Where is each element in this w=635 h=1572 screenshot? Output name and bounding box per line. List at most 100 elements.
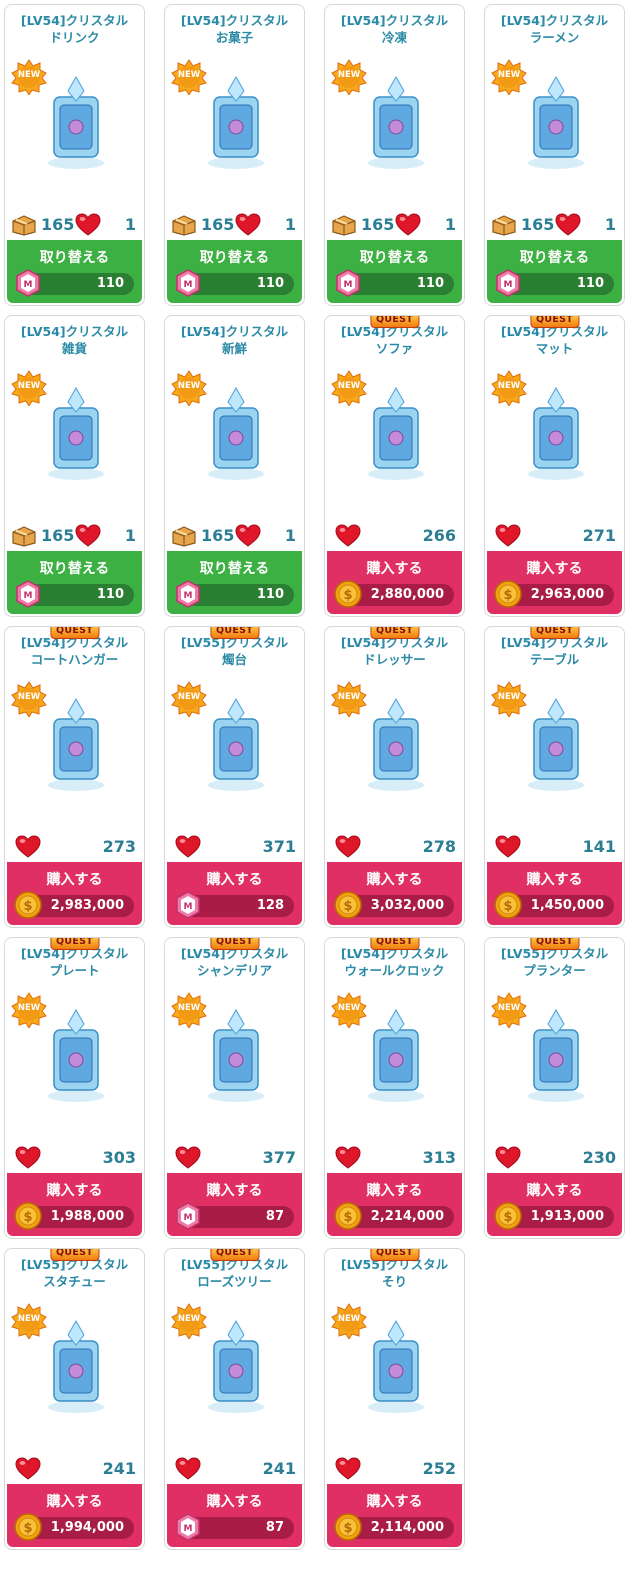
gem-icon: M	[493, 268, 523, 298]
item-title: [LV54]クリスタル 新鮮	[165, 323, 304, 357]
item-stats: 165 1	[171, 522, 296, 550]
svg-text:M: M	[344, 280, 353, 290]
new-badge-label: NEW	[17, 1314, 41, 1324]
crate-icon	[11, 525, 37, 547]
exchange-button[interactable]: 取り替える M 110	[167, 240, 302, 303]
item-level-label: [LV54]クリスタル	[340, 13, 449, 28]
crate-icon	[331, 214, 357, 236]
price-value: 87	[265, 1209, 284, 1224]
item-card[interactable]: [LV54]クリスタル ドリンク NEW 165 1 取り替える M 110	[4, 4, 145, 306]
buy-button[interactable]: 購入する $3,032,000	[327, 862, 462, 925]
new-badge-label: NEW	[497, 1003, 521, 1013]
new-badge-label: NEW	[497, 70, 521, 80]
item-stats: 313	[331, 1144, 456, 1172]
buy-button[interactable]: 購入する $1,450,000	[487, 862, 622, 925]
item-name-label: 雑貨	[61, 341, 87, 356]
crystal-sweets-counter-icon	[200, 67, 272, 185]
heart-count: 313	[422, 1148, 456, 1167]
buy-button[interactable]: 購入する $2,880,000	[327, 551, 462, 614]
heart-icon	[335, 835, 361, 859]
item-card[interactable]: QUEST [LV54]クリスタル マット NEW 271 購入する $2,963,000	[484, 315, 625, 617]
heart-count: 141	[582, 837, 616, 856]
crystal-planter-icon	[520, 1000, 592, 1118]
item-card[interactable]: QUEST [LV55]クリスタル ローズツリー NEW 241 購入する M 87	[164, 1248, 305, 1550]
item-card[interactable]: QUEST [LV54]クリスタル プレート NEW 303 購入する $1,988,000	[4, 937, 145, 1239]
item-card[interactable]: QUEST [LV55]クリスタル そり NEW 252 購入する $2,114,000	[324, 1248, 465, 1550]
gem-icon: M	[173, 890, 203, 920]
item-card[interactable]: [LV54]クリスタル 冷凍 NEW 165 1 取り替える M 110	[324, 4, 465, 306]
heart-count: 241	[262, 1459, 296, 1478]
heart-icon	[495, 835, 521, 859]
heart-count: 303	[102, 1148, 136, 1167]
buy-button[interactable]: 購入する M 87	[167, 1173, 302, 1236]
action-label: 取り替える	[39, 250, 110, 266]
item-card[interactable]: QUEST [LV54]クリスタル ウォールクロック NEW 313 購入する $2,214…	[324, 937, 465, 1239]
item-card[interactable]: [LV54]クリスタル 雑貨 NEW 165 1 取り替える M 110	[4, 315, 145, 617]
item-card[interactable]: QUEST [LV55]クリスタル プランター NEW 230 購入する $1,913,00…	[484, 937, 625, 1239]
crystal-table-icon	[520, 689, 592, 807]
buy-button[interactable]: 購入する $2,963,000	[487, 551, 622, 614]
exchange-button[interactable]: 取り替える M 110	[327, 240, 462, 303]
buy-button[interactable]: 購入する $2,214,000	[327, 1173, 462, 1236]
action-label: 取り替える	[39, 561, 110, 577]
buy-button[interactable]: 購入する M 87	[167, 1484, 302, 1547]
exchange-button[interactable]: 取り替える M 110	[487, 240, 622, 303]
item-card[interactable]: [LV54]クリスタル 新鮮 NEW 165 1 取り替える M 110	[164, 315, 305, 617]
new-badge-icon: NEW	[11, 992, 47, 1028]
quest-badge: QUEST	[369, 938, 420, 950]
new-badge-label: NEW	[497, 381, 521, 391]
item-card[interactable]: QUEST [LV54]クリスタル ドレッサー NEW 278 購入する $3,032,00…	[324, 626, 465, 928]
item-stats: 165 1	[171, 211, 296, 239]
svg-text:$: $	[503, 1210, 512, 1225]
item-name-label: そり	[381, 1274, 407, 1289]
price-value: 2,963,000	[530, 587, 604, 602]
crate-icon	[11, 214, 37, 236]
item-stats: 266	[331, 522, 456, 550]
item-name-label: スタチュー	[43, 1274, 106, 1289]
item-stats: 377	[171, 1144, 296, 1172]
heart-count: 278	[422, 837, 456, 856]
new-badge-icon: NEW	[331, 59, 367, 95]
exchange-button[interactable]: 取り替える M 110	[7, 240, 142, 303]
price-value: 3,032,000	[370, 898, 444, 913]
exchange-button[interactable]: 取り替える M 110	[7, 551, 142, 614]
coin-icon: $	[333, 1201, 363, 1231]
item-title: [LV54]クリスタル テーブル	[485, 634, 624, 668]
item-name-label: 燭台	[221, 652, 247, 667]
price-bar: $1,913,000	[494, 1202, 614, 1230]
item-stats: 165 1	[11, 211, 136, 239]
item-stats: 371	[171, 833, 296, 861]
heart-count: 230	[582, 1148, 616, 1167]
buy-button[interactable]: 購入する $2,114,000	[327, 1484, 462, 1547]
new-badge-label: NEW	[337, 692, 361, 702]
buy-button[interactable]: 購入する M 128	[167, 862, 302, 925]
buy-button[interactable]: 購入する $2,983,000	[7, 862, 142, 925]
coin-icon: $	[333, 579, 363, 609]
svg-text:$: $	[343, 588, 352, 603]
item-title: [LV54]クリスタル ラーメン	[485, 12, 624, 46]
crystal-fresh-shelf-icon	[200, 378, 272, 496]
heart-icon	[15, 835, 41, 859]
exchange-button[interactable]: 取り替える M 110	[167, 551, 302, 614]
item-name-label: ドレッサー	[363, 652, 426, 667]
svg-text:M: M	[184, 1524, 193, 1534]
crate-count: 165	[201, 526, 235, 545]
buy-button[interactable]: 購入する $1,988,000	[7, 1173, 142, 1236]
coin-icon: $	[13, 890, 43, 920]
item-card[interactable]: QUEST [LV54]クリスタル テーブル NEW 141 購入する $1,450,000	[484, 626, 625, 928]
item-card[interactable]: QUEST [LV54]クリスタル シャンデリア NEW 377 購入する M 87	[164, 937, 305, 1239]
item-name-label: ローズツリー	[197, 1274, 272, 1289]
heart-icon	[175, 1146, 201, 1170]
item-card[interactable]: QUEST [LV54]クリスタル ソファ NEW 266 購入する $2,880,000	[324, 315, 465, 617]
item-card[interactable]: [LV54]クリスタル ラーメン NEW 165 1 取り替える M 110	[484, 4, 625, 306]
crystal-coat-hanger-icon	[40, 689, 112, 807]
item-card[interactable]: QUEST [LV54]クリスタル コートハンガー NEW 273 購入する $2,983,…	[4, 626, 145, 928]
item-card[interactable]: QUEST [LV55]クリスタル 燭台 NEW 371 購入する M 128	[164, 626, 305, 928]
svg-text:$: $	[503, 588, 512, 603]
item-card[interactable]: QUEST [LV55]クリスタル スタチュー NEW 241 購入する $1,994,00…	[4, 1248, 145, 1550]
item-stats: 252	[331, 1455, 456, 1483]
buy-button[interactable]: 購入する $1,913,000	[487, 1173, 622, 1236]
item-card[interactable]: [LV54]クリスタル お菓子 NEW 165 1 取り替える M 110	[164, 4, 305, 306]
item-stats: 165 1	[491, 211, 616, 239]
buy-button[interactable]: 購入する $1,994,000	[7, 1484, 142, 1547]
